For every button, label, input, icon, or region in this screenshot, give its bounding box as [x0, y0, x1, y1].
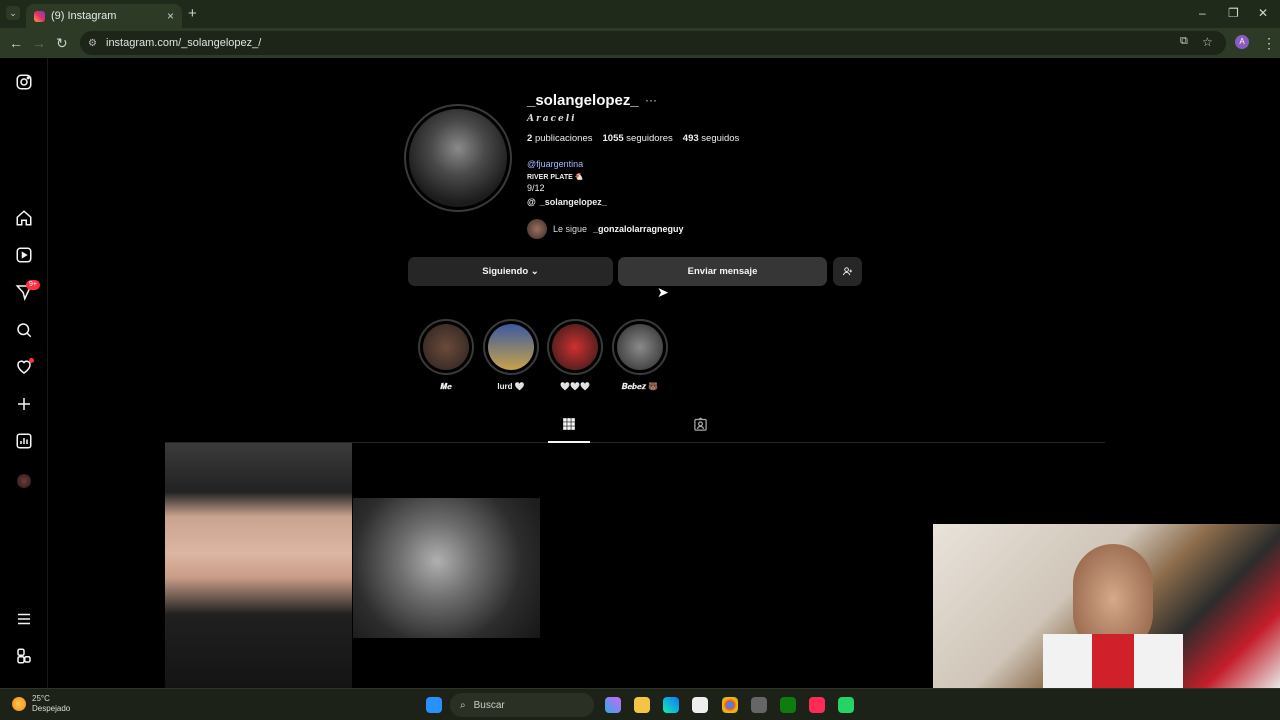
profile-username: _solangelopez_	[527, 92, 639, 109]
tiktok-icon[interactable]	[809, 697, 825, 713]
followed-by[interactable]: Le sigue _gonzalolarragneguy	[527, 219, 684, 239]
tab-tagged[interactable]	[690, 417, 710, 437]
grid-icon	[563, 418, 575, 430]
notifications-dot	[29, 358, 34, 363]
highlight-item[interactable]: 🤍🤍🤍	[547, 319, 603, 391]
new-tab-button[interactable]: +	[188, 5, 197, 22]
site-info-icon[interactable]: ⚙	[88, 38, 100, 49]
following-stat[interactable]: 493 seguidos	[683, 133, 740, 144]
tab-search-button[interactable]: ⌄	[6, 6, 20, 20]
highlight-label: 🤍🤍🤍	[560, 382, 590, 391]
search-icon[interactable]	[14, 320, 34, 340]
tab-posts[interactable]	[548, 417, 590, 443]
obs-icon[interactable]	[751, 697, 767, 713]
follower-avatar	[527, 219, 547, 239]
store-icon[interactable]	[692, 697, 708, 713]
instagram-icon[interactable]	[14, 72, 34, 92]
minimize-button[interactable]: –	[1199, 6, 1206, 20]
instagram-favicon-icon	[34, 10, 45, 22]
weather-desc: Despejado	[32, 704, 71, 713]
weather-temp: 25°C	[32, 694, 50, 703]
file-explorer-icon[interactable]	[634, 697, 650, 713]
tagged-icon	[693, 417, 707, 431]
highlight-cover	[552, 324, 598, 370]
threads-app-icon[interactable]	[14, 646, 34, 666]
threads-link[interactable]: @ _solangelopez_	[527, 197, 607, 207]
highlight-label: 𝑴𝒆	[440, 382, 452, 391]
tab-close-icon[interactable]: ×	[167, 9, 174, 23]
weather-widget[interactable]: 25°C Despejado	[12, 694, 70, 714]
weather-sun-icon	[12, 697, 26, 711]
tab-title: (9) Instagram	[51, 10, 117, 22]
highlight-label: 𝑩𝒆𝒃𝒆𝒛 🐻	[621, 382, 659, 391]
edge-icon[interactable]	[663, 697, 679, 713]
search-icon: ⌕	[460, 699, 466, 711]
forward-button[interactable]: →	[32, 35, 46, 51]
post-thumbnail[interactable]	[165, 443, 352, 688]
browser-tab-bar: ⌄ (9) Instagram × + – ❐ ✕	[0, 0, 1280, 28]
highlight-label: lurd 🤍	[497, 382, 525, 391]
browser-toolbar: ← → ↻ ⚙ instagram.com/_solangelopez_/ ⧉ …	[0, 28, 1280, 58]
bookmark-star-icon[interactable]: ☆	[1202, 35, 1213, 49]
bio-mention-link[interactable]: @fjuargentina	[527, 159, 583, 169]
post-image	[353, 498, 540, 638]
whatsapp-icon[interactable]	[838, 697, 854, 713]
profile-fullname: Araceli	[527, 114, 577, 124]
maximize-button[interactable]: ❐	[1228, 6, 1239, 20]
bio-line: 9/12	[527, 183, 545, 193]
install-app-icon[interactable]: ⧉	[1180, 35, 1188, 48]
back-button[interactable]: ←	[9, 35, 23, 51]
threads-icon: @	[527, 197, 536, 207]
copilot-icon[interactable]	[605, 697, 621, 713]
dashboard-icon[interactable]	[14, 431, 34, 451]
chrome-profile-avatar[interactable]: A	[1235, 35, 1249, 49]
following-button[interactable]: Siguiendo ⌄	[408, 257, 613, 286]
profile-picture[interactable]	[404, 104, 512, 212]
send-message-button[interactable]: Enviar mensaje	[618, 257, 827, 286]
menu-icon[interactable]	[14, 609, 34, 629]
post-thumbnail[interactable]	[353, 443, 540, 688]
url-text: instagram.com/_solangelopez_/	[106, 37, 262, 49]
reels-icon[interactable]	[14, 245, 34, 265]
mouse-cursor-icon: ➤	[657, 284, 669, 300]
webcam-overlay	[933, 524, 1280, 688]
highlight-cover	[488, 324, 534, 370]
profile-photo	[409, 109, 507, 207]
bio-line: RIVER PLATE 🐔	[527, 174, 584, 181]
highlight-item[interactable]: 𝑴𝒆	[418, 319, 474, 392]
windows-start-icon[interactable]	[426, 697, 442, 713]
followers-stat[interactable]: 1055 seguidores	[603, 133, 673, 144]
windows-taskbar: 25°C Despejado ⌕ Buscar	[0, 688, 1280, 720]
browser-tab-instagram[interactable]: (9) Instagram ×	[26, 4, 182, 28]
highlight-cover	[423, 324, 469, 370]
chrome-icon[interactable]	[722, 697, 738, 713]
reload-button[interactable]: ↻	[56, 35, 68, 52]
highlight-item[interactable]: lurd 🤍	[483, 319, 539, 391]
profile-stats: 2 publicaciones 1055 seguidores 493 segu…	[527, 133, 739, 144]
home-icon[interactable]	[14, 208, 34, 228]
taskbar-search[interactable]: ⌕ Buscar	[450, 693, 594, 717]
address-bar[interactable]: ⚙ instagram.com/_solangelopez_/	[80, 31, 1226, 55]
highlight-cover	[617, 324, 663, 370]
chrome-menu-icon[interactable]: ⋮	[1262, 35, 1276, 52]
instagram-sidebar: 9+	[0, 58, 48, 688]
close-window-button[interactable]: ✕	[1258, 6, 1268, 20]
add-user-icon[interactable]	[833, 257, 862, 286]
streamer-shirt	[1043, 634, 1183, 688]
messages-badge: 9+	[26, 280, 40, 290]
posts-stat: 2 publicaciones	[527, 133, 593, 144]
xbox-icon[interactable]	[780, 697, 796, 713]
highlight-item[interactable]: 𝑩𝒆𝒃𝒆𝒛 🐻	[612, 319, 668, 392]
profile-avatar[interactable]	[17, 474, 31, 488]
options-icon[interactable]: ···	[645, 93, 657, 107]
create-icon[interactable]	[14, 394, 34, 414]
